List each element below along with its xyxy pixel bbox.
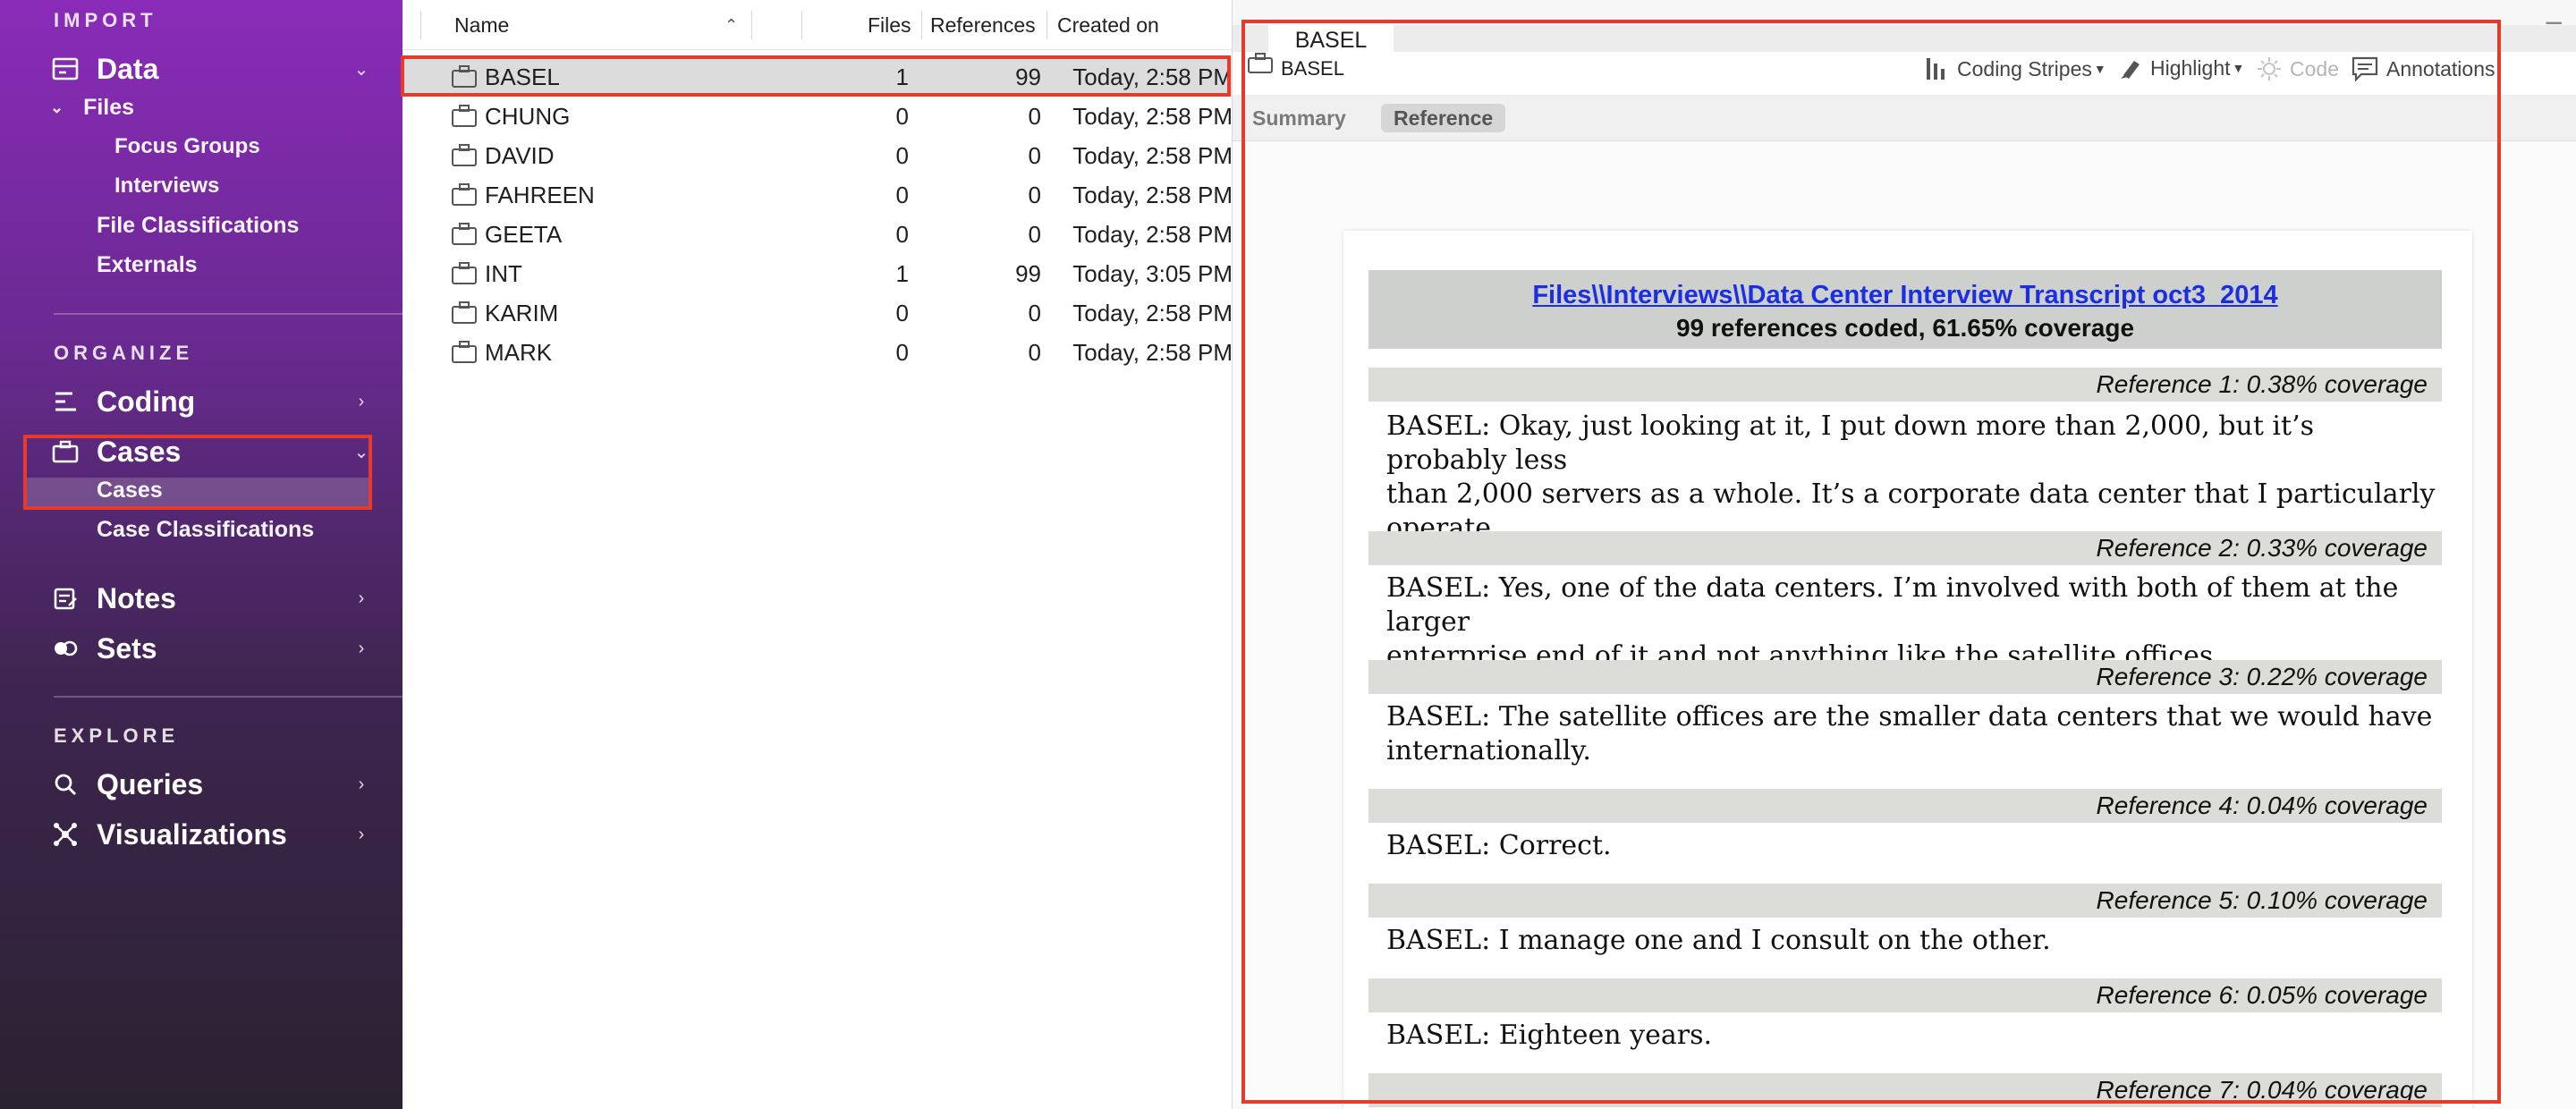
files-count: 0 [895, 181, 909, 208]
created-on: Today, 2:58 PM [1072, 338, 1233, 366]
highlight-box-detail [1241, 20, 2501, 1104]
coding-icon [50, 386, 80, 417]
column-header-files[interactable]: Files [868, 0, 911, 50]
nav-case-classifications[interactable]: Case Classifications [97, 517, 314, 543]
table-row[interactable]: CHUNG 0 0 Today, 2:58 PM [402, 97, 1233, 136]
highlight-box-basel-row [401, 55, 1231, 97]
chevron-right-icon: › [358, 774, 365, 794]
cases-list-panel: Name ⌃ Files References Created on BASEL… [401, 0, 1233, 1109]
nav-focus-groups[interactable]: Focus Groups [114, 134, 260, 159]
column-header-name[interactable]: Name [454, 0, 509, 50]
created-on: Today, 2:58 PM [1072, 181, 1233, 208]
column-header-created-on[interactable]: Created on [1057, 0, 1159, 50]
created-on: Today, 2:58 PM [1072, 299, 1233, 326]
nav-visualizations-label: Visualizations [97, 817, 287, 851]
chevron-down-icon: ⌄ [353, 59, 369, 80]
case-name: KARIM [485, 299, 559, 326]
nav-data[interactable]: Data ⌄ [50, 48, 372, 89]
table-row[interactable]: MARK 0 0 Today, 2:58 PM [402, 333, 1233, 372]
chevron-down-icon: ⌄ [50, 98, 64, 116]
chevron-right-icon: › [358, 824, 365, 844]
references-count: 0 [1028, 299, 1041, 326]
created-on: Today, 2:58 PM [1072, 102, 1233, 130]
created-on: Today, 2:58 PM [1072, 220, 1233, 248]
files-count: 0 [895, 220, 909, 248]
case-name: DAVID [485, 141, 555, 169]
case-name: CHUNG [485, 102, 571, 130]
app-window: IMPORT Data ⌄ ⌄ Files Focus Groups Inter… [0, 0, 2576, 1109]
chevron-right-icon: › [358, 588, 365, 608]
search-icon [50, 769, 80, 800]
nav-externals[interactable]: Externals [97, 252, 198, 278]
detail-view: ☰ BASEL BASEL Coding Stripes▼ Highlight▼… [1233, 0, 2576, 1109]
column-header-references[interactable]: References [930, 0, 1036, 50]
case-icon [452, 341, 477, 363]
list-header: Name ⌃ Files References Created on [402, 0, 1233, 50]
sidebar-divider [54, 313, 408, 315]
column-separator [921, 11, 922, 39]
files-count: 0 [895, 299, 909, 326]
nav-visualizations[interactable]: Visualizations › [50, 814, 372, 855]
case-name: INT [485, 259, 522, 287]
created-on: Today, 3:05 PM [1072, 259, 1233, 287]
table-row[interactable]: DAVID 0 0 Today, 2:58 PM [402, 136, 1233, 175]
notes-icon [50, 583, 80, 614]
case-icon [452, 262, 477, 284]
visualizations-icon [50, 819, 80, 850]
section-title-import: IMPORT [54, 9, 157, 31]
data-icon [50, 54, 80, 84]
table-row[interactable]: KARIM 0 0 Today, 2:58 PM [402, 293, 1233, 333]
table-row[interactable]: GEETA 0 0 Today, 2:58 PM [402, 215, 1233, 254]
case-name: FAHREEN [485, 181, 595, 208]
section-title-explore: EXPLORE [54, 724, 180, 747]
nav-notes[interactable]: Notes › [50, 578, 372, 619]
nav-queries[interactable]: Queries › [50, 764, 372, 805]
section-title-organize: ORGANIZE [54, 342, 194, 364]
table-row[interactable]: FAHREEN 0 0 Today, 2:58 PM [402, 175, 1233, 215]
nav-files[interactable]: ⌄ Files [50, 95, 134, 121]
nav-sets-label: Sets [97, 631, 157, 665]
nav-interviews[interactable]: Interviews [114, 174, 219, 199]
nav-files-label: Files [83, 95, 135, 120]
files-count: 1 [895, 259, 909, 287]
column-separator [751, 11, 752, 39]
nav-file-classifications[interactable]: File Classifications [97, 213, 299, 239]
chevron-right-icon: › [358, 638, 365, 658]
sidebar-divider [54, 696, 408, 698]
files-count: 0 [895, 141, 909, 169]
case-icon [452, 105, 477, 127]
case-name: MARK [485, 338, 553, 366]
references-count: 99 [1015, 259, 1041, 287]
nav-queries-label: Queries [97, 767, 204, 800]
column-separator [801, 11, 802, 39]
references-count: 0 [1028, 181, 1041, 208]
nav-sets[interactable]: Sets › [50, 628, 372, 669]
files-count: 0 [895, 102, 909, 130]
case-name: GEETA [485, 220, 563, 248]
nav-data-label: Data [97, 52, 159, 85]
column-separator [1046, 11, 1047, 39]
table-row[interactable]: INT 1 99 Today, 3:05 PM [402, 254, 1233, 293]
chevron-right-icon: › [358, 391, 365, 411]
references-count: 0 [1028, 141, 1041, 169]
case-icon [452, 183, 477, 206]
case-icon [452, 301, 477, 324]
case-icon [452, 223, 477, 245]
references-count: 0 [1028, 338, 1041, 366]
navigation-sidebar: IMPORT Data ⌄ ⌄ Files Focus Groups Inter… [0, 0, 408, 1109]
nav-coding[interactable]: Coding › [50, 381, 372, 422]
created-on: Today, 2:58 PM [1072, 141, 1233, 169]
column-separator [420, 11, 421, 39]
references-count: 0 [1028, 220, 1041, 248]
nav-notes-label: Notes [97, 581, 176, 614]
nav-coding-label: Coding [97, 385, 196, 418]
files-count: 0 [895, 338, 909, 366]
highlight-box-cases [23, 435, 372, 510]
sort-ascending-icon[interactable]: ⌃ [724, 0, 738, 50]
references-count: 0 [1028, 102, 1041, 130]
case-icon [452, 144, 477, 166]
sets-icon [50, 633, 80, 664]
